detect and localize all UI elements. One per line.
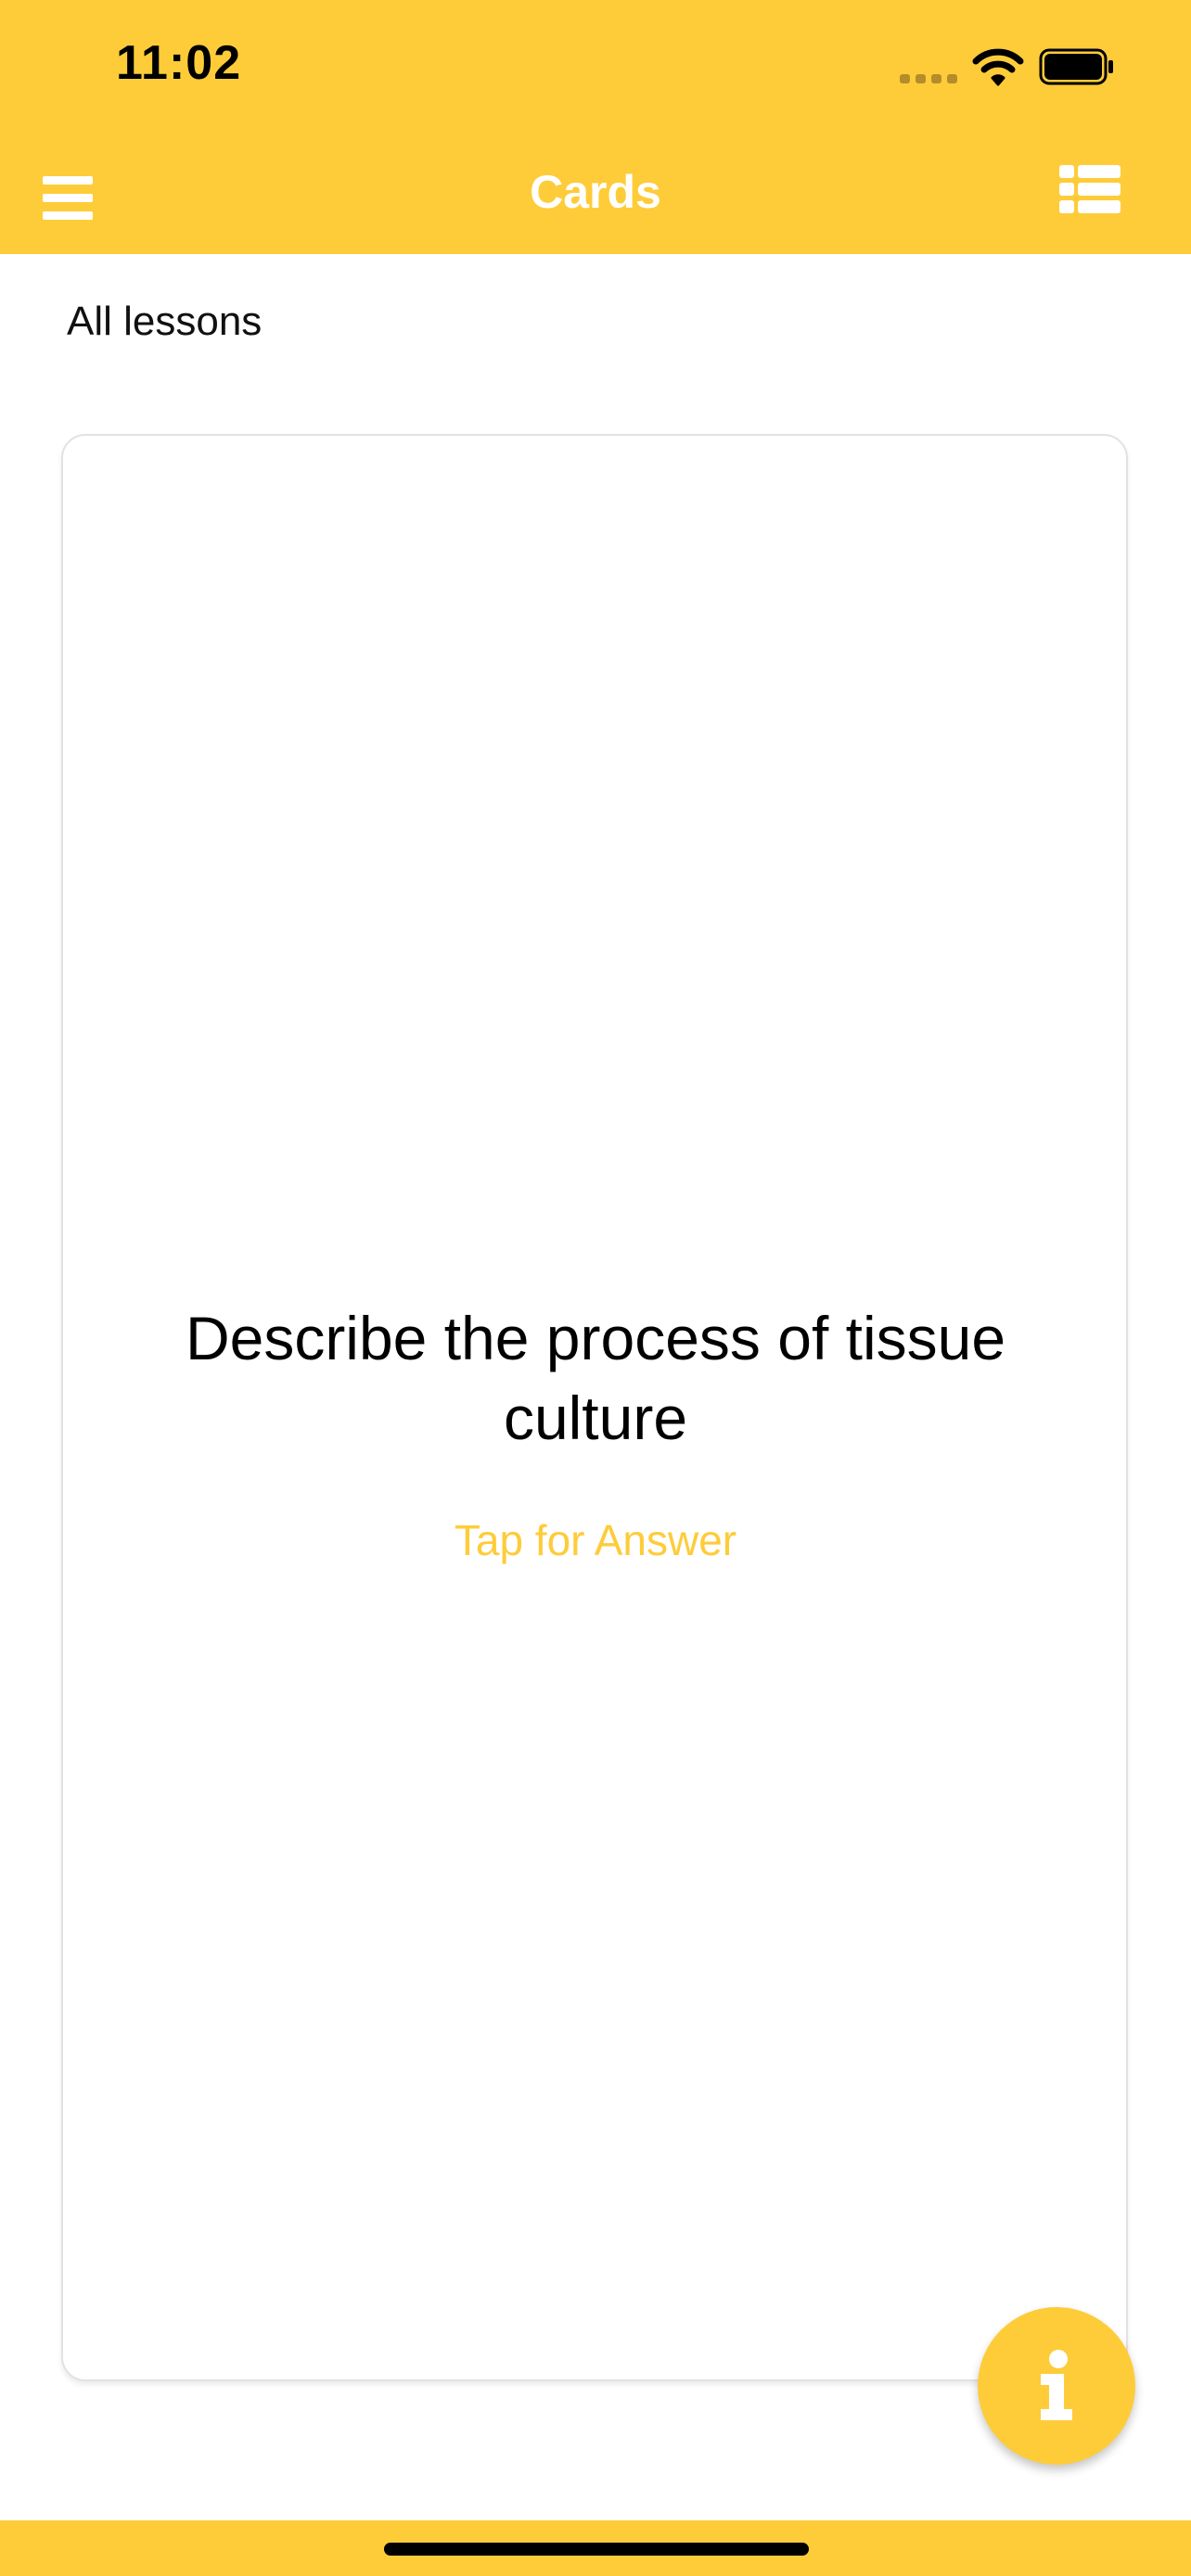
wifi-icon (972, 48, 1024, 86)
card-question: Describe the process of tissue culture (185, 1304, 1006, 1452)
info-icon (1041, 2350, 1072, 2420)
status-time: 11:02 (116, 36, 242, 90)
cellular-signal-icon (900, 74, 957, 83)
lesson-filter[interactable]: All lessons (67, 299, 262, 345)
tap-for-answer-link[interactable]: Tap for Answer (0, 1515, 1191, 1565)
battery-icon (1039, 48, 1113, 85)
page-title: Cards (530, 166, 661, 218)
home-indicator (384, 2543, 809, 2556)
info-button[interactable] (978, 2307, 1135, 2465)
top-bar: 11:02 Cards (0, 0, 1191, 254)
list-view-button[interactable] (1059, 165, 1121, 213)
